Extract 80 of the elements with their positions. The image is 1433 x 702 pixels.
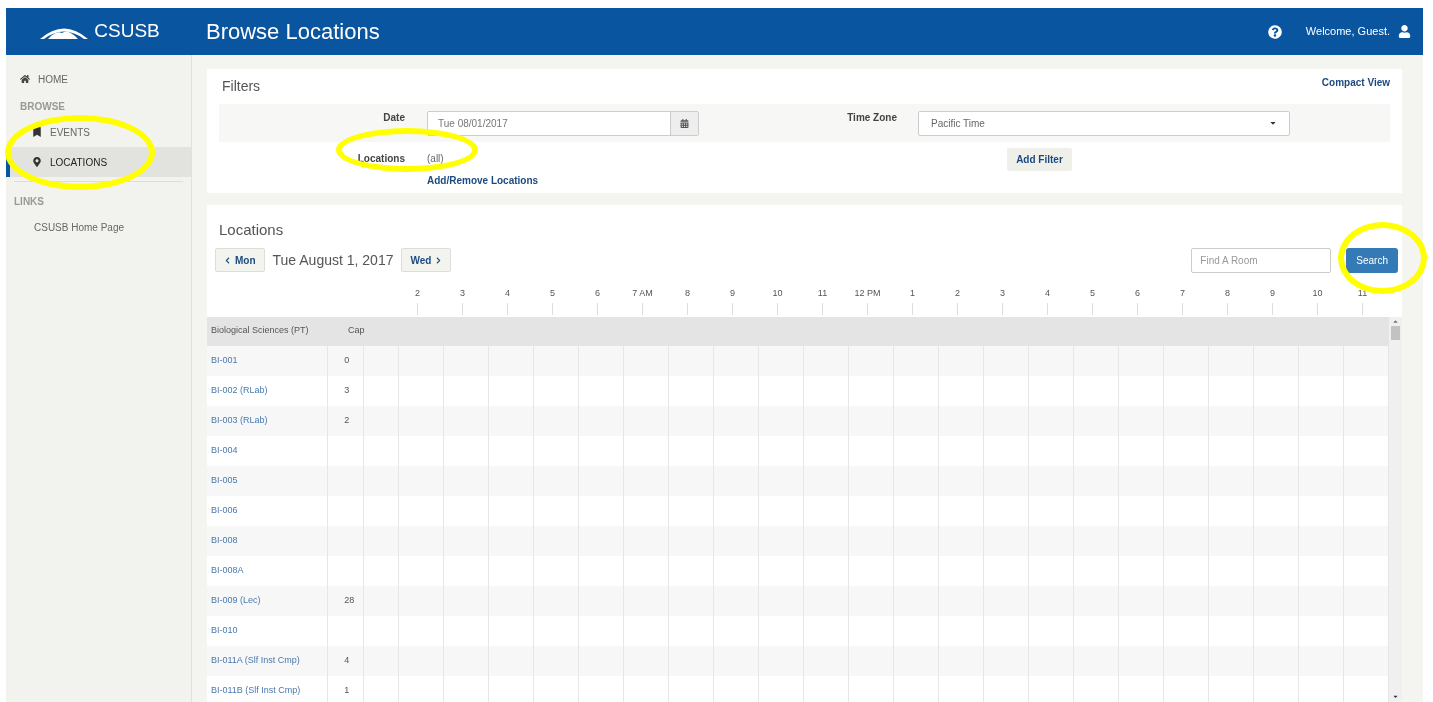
column-header: Cap xyxy=(347,324,366,338)
compact-view-link[interactable]: Compact View xyxy=(1321,75,1390,90)
caret-icon xyxy=(1269,119,1277,127)
hour-label: 5 xyxy=(1090,286,1095,300)
add-filter-button[interactable]: Add Filter xyxy=(1007,148,1072,171)
capacity-cell-text: 28 xyxy=(343,593,355,607)
room-link[interactable]: BI-004 xyxy=(207,443,328,458)
hour-label: 11 xyxy=(817,286,828,300)
logo-text: CSUSB xyxy=(94,19,160,44)
capacity-cell-text: 4 xyxy=(343,653,350,667)
room-link[interactable]: BI-002 (RLab) xyxy=(207,383,328,398)
chevron-right-icon xyxy=(435,256,443,264)
room-link[interactable]: BI-001 xyxy=(207,353,328,368)
sidebar-item[interactable]: CSUSB Home Page xyxy=(14,212,183,242)
date-field[interactable]: Tue 08/01/2017 xyxy=(427,110,699,136)
bookmark-icon xyxy=(32,127,42,137)
room-link[interactable]: BI-006 xyxy=(207,503,328,518)
hour-label: 2 xyxy=(415,286,420,300)
welcome-text: Welcome, Guest. xyxy=(1305,24,1390,40)
scroll-down-icon[interactable] xyxy=(1392,693,1399,700)
hour-label: 2 xyxy=(955,286,960,300)
hour-label: 12 PM xyxy=(854,286,881,300)
column-header: Biological Sciences (PT) xyxy=(210,324,310,338)
room-link[interactable]: BI-011B (Slf Inst Cmp) xyxy=(207,683,328,698)
hour-label: 6 xyxy=(595,286,600,300)
card-title: Locations xyxy=(219,220,285,240)
help-icon[interactable] xyxy=(1267,24,1282,39)
chevron-left-icon xyxy=(224,256,231,264)
search-button[interactable]: Search xyxy=(1346,247,1398,273)
field-label: Date xyxy=(383,111,405,125)
room-link[interactable]: BI-009 (Lec) xyxy=(207,593,328,608)
hour-label: 3 xyxy=(1000,286,1005,300)
hour-label: 6 xyxy=(1135,286,1140,300)
room-link[interactable]: BI-010 xyxy=(207,623,328,638)
capacity-cell-text: 0 xyxy=(343,353,350,367)
room-link[interactable]: BI-008 xyxy=(207,533,328,548)
locations-value: (all) xyxy=(427,152,445,166)
capacity-cell-text: 3 xyxy=(343,383,350,397)
hour-label: 10 xyxy=(1312,286,1323,300)
hour-label: 10 xyxy=(772,286,783,300)
page-title: Browse Locations xyxy=(206,18,380,46)
hour-label: 9 xyxy=(730,286,735,300)
hour-label: 1 xyxy=(910,286,915,300)
sidebar-item[interactable]: EVENTS xyxy=(6,117,191,147)
hour-label: 8 xyxy=(685,286,690,300)
room-link[interactable]: BI-003 (RLab) xyxy=(207,413,328,428)
scrollbar[interactable] xyxy=(1389,316,1402,702)
section-heading: BROWSE xyxy=(19,100,66,114)
hour-label: 8 xyxy=(1225,286,1230,300)
capacity-cell-text: 2 xyxy=(343,413,350,427)
section-heading: LINKS xyxy=(14,195,45,209)
previous-day-button[interactable]: Mon xyxy=(215,248,265,272)
sidebar-item[interactable]: LOCATIONS xyxy=(6,147,191,177)
capacity-cell-text: 1 xyxy=(343,683,350,697)
hour-label: 5 xyxy=(550,286,555,300)
time-zone-select[interactable]: Pacific Time xyxy=(918,110,1290,136)
room-link[interactable]: BI-005 xyxy=(207,473,328,488)
hour-label: 3 xyxy=(460,286,465,300)
next-day-button[interactable]: Wed xyxy=(401,248,452,272)
hour-label: 9 xyxy=(1270,286,1275,300)
field-label: Time Zone xyxy=(846,111,897,125)
hour-label: 4 xyxy=(505,286,510,300)
sidebar-item[interactable]: HOME xyxy=(6,67,191,91)
room-link[interactable]: BI-008A xyxy=(207,563,328,578)
pin-icon xyxy=(32,157,42,167)
hour-label: 7 AM xyxy=(632,286,653,300)
field-label: Locations xyxy=(356,152,405,166)
hour-label: 4 xyxy=(1045,286,1050,300)
calendar-icon xyxy=(680,118,689,128)
calendar-button[interactable] xyxy=(670,111,698,135)
add-remove-locations-link[interactable]: Add/Remove Locations xyxy=(427,173,539,188)
current-date: Tue August 1, 2017 xyxy=(272,250,394,270)
hour-label: 11 xyxy=(1357,286,1368,300)
card-title: Filters xyxy=(222,77,261,96)
hour-label: 7 xyxy=(1180,286,1185,300)
user-icon[interactable] xyxy=(1398,25,1411,38)
home-icon xyxy=(20,74,30,84)
room-link[interactable]: BI-011A (Slf Inst Cmp) xyxy=(207,653,328,668)
scroll-thumb[interactable] xyxy=(1391,325,1400,340)
room-search-field[interactable]: Find A Room xyxy=(1191,247,1332,273)
